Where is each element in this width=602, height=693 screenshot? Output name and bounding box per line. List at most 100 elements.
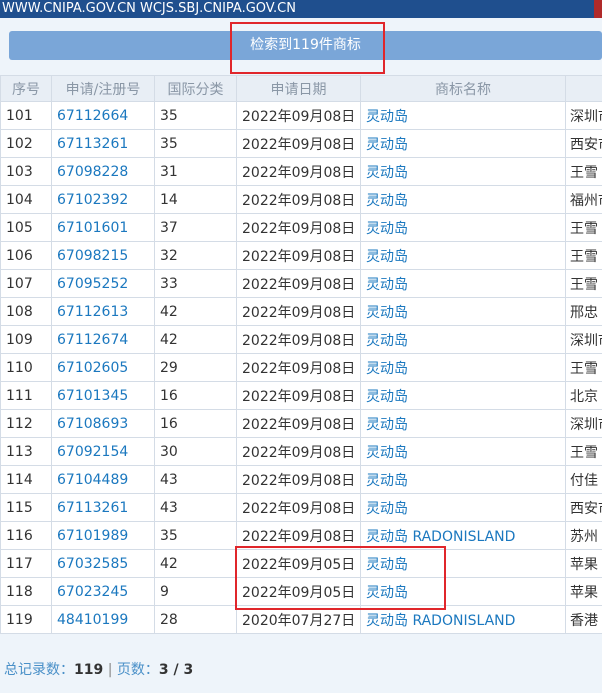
cell-reg-no[interactable]: 67104489 [51, 465, 155, 494]
cell-date: 2022年09月08日 [236, 157, 361, 186]
cell-index: 111 [0, 381, 52, 410]
cell-mark-name[interactable]: 灵动岛 [360, 269, 566, 298]
cell-reg-no[interactable]: 67095252 [51, 269, 155, 298]
cell-mark-name[interactable]: 灵动岛 [360, 437, 566, 466]
cell-reg-no[interactable]: 67112674 [51, 325, 155, 354]
cell-class: 35 [154, 101, 237, 130]
cell-class: 16 [154, 409, 237, 438]
cell-reg-no[interactable]: 48410199 [51, 605, 155, 634]
table-row: 11567113261432022年09月08日灵动岛西安市 [0, 493, 602, 522]
cell-reg-no[interactable]: 67098228 [51, 157, 155, 186]
cell-index: 107 [0, 269, 52, 298]
cell-class: 35 [154, 129, 237, 158]
table-row: 10167112664352022年09月08日灵动岛深圳市 [0, 101, 602, 130]
cell-index: 116 [0, 521, 52, 550]
cell-reg-no[interactable]: 67092154 [51, 437, 155, 466]
cell-date: 2022年09月08日 [236, 381, 361, 410]
cell-index: 115 [0, 493, 52, 522]
cell-reg-no[interactable]: 67113261 [51, 493, 155, 522]
cell-applicant: 福州市 [565, 185, 602, 214]
cell-mark-name[interactable]: 灵动岛 [360, 493, 566, 522]
cell-applicant: 深圳市 [565, 325, 602, 354]
cell-reg-no[interactable]: 67113261 [51, 129, 155, 158]
cell-applicant: 王雪 [565, 213, 602, 242]
cell-applicant: 王雪 [565, 353, 602, 382]
cell-mark-name[interactable]: 灵动岛 [360, 157, 566, 186]
cell-index: 113 [0, 437, 52, 466]
cell-reg-no[interactable]: 67032585 [51, 549, 155, 578]
cell-applicant: 香港 [565, 605, 602, 634]
total-count: 119 [74, 662, 104, 678]
col-header-applicant [565, 75, 602, 102]
cell-mark-name[interactable]: 灵动岛 [360, 325, 566, 354]
cell-reg-no[interactable]: 67101601 [51, 213, 155, 242]
cell-index: 103 [0, 157, 52, 186]
cell-applicant: 深圳市 [565, 101, 602, 130]
site-url-banner: WWW.CNIPA.GOV.CN WCJS.SBJ.CNIPA.GOV.CN [0, 0, 602, 18]
table-row: 110 67102605 29 2022年09月08日 灵动岛 王雪 [0, 353, 602, 382]
cell-mark-name[interactable]: 灵动岛 [360, 241, 566, 270]
cell-class: 30 [154, 437, 237, 466]
site-url-text: WWW.CNIPA.GOV.CN WCJS.SBJ.CNIPA.GOV.CN [2, 1, 296, 16]
cell-class: 9 [154, 577, 237, 606]
cell-class: 42 [154, 549, 237, 578]
cell-mark-name[interactable]: 灵动岛 [360, 465, 566, 494]
table-row: 114 67104489 43 2022年09月08日 灵动岛 付佳 [0, 465, 602, 494]
cell-index: 110 [0, 353, 52, 382]
cell-mark-name[interactable]: 灵动岛 [360, 129, 566, 158]
table-row: 108 67112613 42 2022年09月08日 灵动岛 邢忠 [0, 297, 602, 326]
cell-reg-no[interactable]: 67101989 [51, 521, 155, 550]
cell-date: 2022年09月08日 [236, 353, 361, 382]
table-row: 113 67092154 30 2022年09月08日 灵动岛 王雪 [0, 437, 602, 466]
cell-reg-no[interactable]: 67112613 [51, 297, 155, 326]
cell-applicant: 深圳市 [565, 409, 602, 438]
cell-reg-no[interactable]: 67101345 [51, 381, 155, 410]
cell-class: 16 [154, 381, 237, 410]
total-label: 总记录数： [4, 662, 74, 678]
cell-date: 2022年09月08日 [236, 409, 361, 438]
cell-reg-no[interactable]: 67102392 [51, 185, 155, 214]
banner-edge [594, 0, 602, 18]
cell-mark-name[interactable]: 灵动岛 [360, 353, 566, 382]
cell-applicant: 王雪 [565, 437, 602, 466]
cell-index: 105 [0, 213, 52, 242]
cell-index: 101 [0, 101, 52, 130]
cell-date: 2022年09月08日 [236, 269, 361, 298]
cell-class: 42 [154, 297, 237, 326]
cell-index: 109 [0, 325, 52, 354]
cell-mark-name[interactable]: 灵动岛 [360, 297, 566, 326]
cell-index: 108 [0, 297, 52, 326]
cell-applicant: 苹果 [565, 577, 602, 606]
cell-mark-name[interactable]: 灵动岛 [360, 409, 566, 438]
cell-reg-no[interactable]: 67108693 [51, 409, 155, 438]
cell-mark-name[interactable]: 灵动岛 [360, 185, 566, 214]
cell-applicant: 苹果 [565, 549, 602, 578]
cell-class: 43 [154, 493, 237, 522]
cell-applicant: 付佳 [565, 465, 602, 494]
cell-reg-no[interactable]: 67102605 [51, 353, 155, 382]
cell-mark-name[interactable]: 灵动岛 [360, 213, 566, 242]
cell-reg-no[interactable]: 67098215 [51, 241, 155, 270]
table-row: 10467102392142022年09月08日灵动岛福州市 [0, 185, 602, 214]
cell-mark-name[interactable]: 灵动岛 [360, 101, 566, 130]
cell-mark-name[interactable]: 灵动岛 [360, 381, 566, 410]
cell-date: 2022年09月08日 [236, 493, 361, 522]
cell-applicant: 西安市 [565, 493, 602, 522]
table-row: 111 67101345 16 2022年09月08日 灵动岛 北京 [0, 381, 602, 410]
cell-class: 14 [154, 185, 237, 214]
pages-label: 页数： [116, 662, 159, 678]
table-row: 103 67098228 31 2022年09月08日 灵动岛 王雪 [0, 157, 602, 186]
cell-date: 2022年09月08日 [236, 465, 361, 494]
cell-reg-no[interactable]: 67023245 [51, 577, 155, 606]
cell-class: 28 [154, 605, 237, 634]
cell-class: 31 [154, 157, 237, 186]
table-row: 11267108693162022年09月08日灵动岛深圳市 [0, 409, 602, 438]
cell-class: 42 [154, 325, 237, 354]
cell-date: 2022年09月08日 [236, 325, 361, 354]
highlight-box-result-count [230, 22, 385, 74]
cell-applicant: 西安市 [565, 129, 602, 158]
cell-index: 117 [0, 549, 52, 578]
cell-class: 33 [154, 269, 237, 298]
col-header-index: 序号 [0, 75, 52, 102]
cell-reg-no[interactable]: 67112664 [51, 101, 155, 130]
